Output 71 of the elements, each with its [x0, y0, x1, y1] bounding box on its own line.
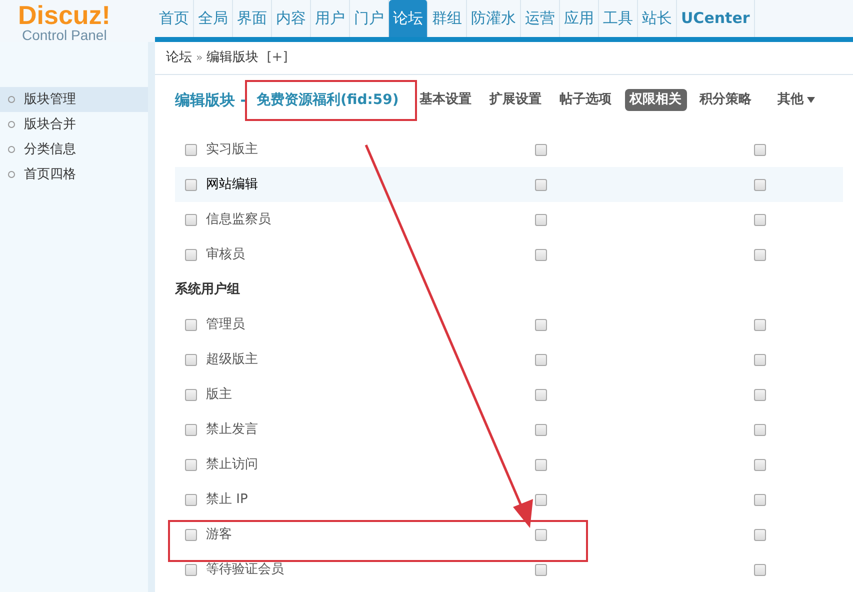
checkbox[interactable] — [754, 354, 766, 366]
checkbox[interactable] — [754, 388, 766, 400]
tab[interactable]: 扩展设置 — [484, 89, 547, 111]
tab[interactable]: 权限相关 — [624, 89, 687, 111]
checkbox[interactable] — [185, 424, 197, 436]
checkbox[interactable] — [754, 494, 766, 506]
group-label: 禁止访问 — [206, 456, 258, 474]
checkbox[interactable] — [185, 248, 197, 260]
checkbox[interactable] — [535, 318, 547, 330]
checkbox[interactable] — [535, 528, 547, 540]
checkbox[interactable] — [535, 424, 547, 436]
checkbox[interactable] — [535, 388, 547, 400]
checkbox[interactable] — [754, 144, 766, 156]
checkbox[interactable] — [754, 564, 766, 576]
group-label: 网站编辑 — [206, 176, 258, 194]
checkbox[interactable] — [535, 214, 547, 226]
group-label: 禁止发言 — [206, 420, 258, 439]
group-label: 禁止 IP — [206, 490, 248, 509]
group-label: 管理员 — [206, 316, 245, 334]
checkbox[interactable] — [754, 424, 766, 436]
forum-name: 免费资源福利(fid:59) — [256, 90, 399, 110]
sidebar-item[interactable]: 首页四格 — [0, 162, 148, 187]
checkbox[interactable] — [185, 388, 197, 400]
checkbox[interactable] — [535, 494, 547, 506]
add-link[interactable]: [+] — [266, 48, 288, 68]
checkbox[interactable] — [185, 528, 197, 540]
checkbox[interactable] — [754, 214, 766, 226]
group-label: 超级版主 — [206, 350, 258, 369]
tab[interactable]: 帖子选项 — [554, 89, 617, 111]
checkbox[interactable] — [185, 318, 197, 330]
tab[interactable]: 积分策略 — [694, 89, 757, 111]
checkbox[interactable] — [185, 214, 197, 226]
section-heading: 系统用户组 — [175, 280, 240, 299]
checkbox[interactable] — [185, 458, 197, 470]
breadcrumb-current: 编辑版块 — [206, 49, 259, 68]
tab[interactable]: 基本设置 — [414, 89, 477, 111]
breadcrumb-separator: » — [196, 50, 203, 66]
logo-text: Discuz! — [18, 3, 112, 28]
checkbox[interactable] — [535, 354, 547, 366]
bullet-icon — [8, 171, 15, 178]
group-label: 信息监察员 — [206, 210, 271, 229]
checkbox[interactable] — [535, 458, 547, 470]
group-label: 游客 — [206, 526, 232, 544]
checkbox[interactable] — [185, 354, 197, 366]
group-label: 实习版主 — [206, 140, 258, 159]
sidebar-item[interactable]: 版块合并 — [0, 112, 148, 137]
bullet-icon — [8, 146, 15, 153]
breadcrumb-link[interactable]: 论坛 — [166, 48, 192, 68]
group-label: 等待验证会员 — [206, 560, 284, 579]
checkbox[interactable] — [535, 248, 547, 260]
checkbox[interactable] — [185, 178, 197, 190]
group-label: 版主 — [206, 386, 232, 404]
checkbox[interactable] — [754, 178, 766, 190]
checkbox[interactable] — [185, 494, 197, 506]
checkbox[interactable] — [185, 144, 197, 156]
tab[interactable]: 其他 — [772, 89, 820, 111]
checkbox[interactable] — [535, 144, 547, 156]
checkbox[interactable] — [754, 528, 766, 540]
checkbox[interactable] — [754, 318, 766, 330]
sidebar-item[interactable]: 分类信息 — [0, 137, 148, 162]
checkbox[interactable] — [754, 458, 766, 470]
checkbox[interactable] — [535, 178, 547, 190]
nav-tab[interactable]: 论坛 — [389, 0, 428, 37]
bullet-icon — [8, 121, 15, 128]
group-label: 审核员 — [206, 246, 245, 264]
sidebar-item[interactable]: 版块管理 — [0, 87, 148, 112]
checkbox[interactable] — [535, 564, 547, 576]
checkbox[interactable] — [754, 248, 766, 260]
bullet-icon — [8, 96, 15, 103]
checkbox[interactable] — [185, 564, 197, 576]
logo-subtitle: Control Panel — [21, 28, 108, 42]
